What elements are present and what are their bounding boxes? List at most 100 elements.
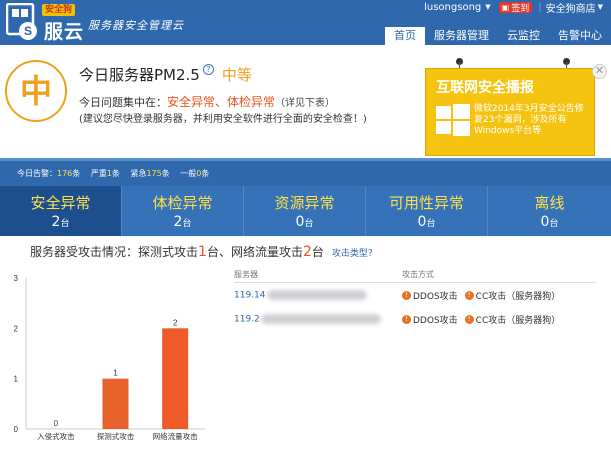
logo-text: 服云	[44, 21, 85, 43]
alert-unit: 条	[72, 169, 81, 178]
problem-prefix: 今日问题集中在：	[79, 96, 167, 109]
main-nav: 首页 服务器管理 云监控 告警中心	[385, 27, 611, 45]
logo-icon: S	[6, 3, 37, 40]
nav-tab-server-management[interactable]: 服务器管理	[425, 27, 498, 45]
tab-label: 资源异常	[274, 194, 335, 212]
y-tick-label: 3	[14, 274, 19, 283]
alert-count-bar: 今日告警：176条 严重1条 紧急175条 一般0条	[0, 158, 611, 186]
table-row: 119.14 ! DDOS攻击 ! CC攻击（服务器狗）	[234, 283, 596, 307]
y-tick-label: 2	[14, 324, 19, 333]
attack-type: CC攻击（服务器狗）	[475, 315, 561, 326]
tab-unit: 台	[182, 219, 192, 229]
signin-label: 签到	[511, 3, 530, 14]
tab-availability-anomaly[interactable]: 可用性异常 0台	[366, 186, 488, 236]
tab-label: 可用性异常	[388, 194, 464, 212]
warning-icon: !	[402, 290, 411, 300]
server-link[interactable]: 119.2	[234, 313, 402, 325]
warning-icon: !	[464, 290, 474, 300]
bar	[102, 378, 129, 429]
tab-label: 体检异常	[152, 194, 213, 212]
bar-value-label: 0	[54, 419, 59, 428]
windows-icon	[436, 104, 470, 136]
grade-text: 中等	[221, 66, 252, 84]
divider: |	[538, 1, 542, 13]
tab-label: 安全异常	[30, 194, 91, 212]
tab-unit: 台	[549, 219, 559, 229]
tab-checkup-anomaly[interactable]: 体检异常 2台	[122, 186, 244, 236]
security-broadcast-card[interactable]: 互联网安全播报 微软2014年3月安全公告修复23个漏洞，涉及所有Windows…	[425, 68, 595, 156]
attack-mid: 台、网络流量攻击	[206, 245, 303, 259]
alert-unit: 条	[201, 169, 210, 178]
slogan: 服务器安全管理云	[88, 19, 184, 32]
grade-badge: 中	[5, 60, 67, 122]
tab-label: 离线	[534, 194, 565, 212]
tab-unit: 台	[426, 219, 436, 229]
bar-value-label: 1	[113, 369, 118, 378]
tab-resource-anomaly[interactable]: 资源异常 0台	[244, 186, 366, 236]
calendar-icon: ▣	[501, 2, 510, 12]
y-tick-label: 0	[14, 425, 19, 434]
redacted-ip	[266, 289, 367, 300]
signin-button[interactable]: ▣ 签到	[498, 1, 533, 14]
server-ip: 119.2	[234, 314, 260, 325]
attack-bar-chart: 0 1 2 3 0 入侵式攻击 1 探测式攻击 2 网络流量攻击	[14, 274, 205, 441]
svg-text:S: S	[24, 24, 32, 38]
pm25-title: 今日服务器PM2.5	[79, 66, 200, 84]
broadcast-text: 微软2014年3月安全公告修复23个漏洞，涉及所有Windows平台等	[474, 104, 584, 136]
server-link[interactable]: 119.14	[234, 289, 402, 301]
alert-urgent-label: 紧急	[130, 169, 147, 178]
flood-attack-count: 2	[302, 244, 312, 260]
redacted-ip	[260, 313, 381, 324]
x-tick-label: 探测式攻击	[97, 431, 135, 441]
problem-summary: 今日问题集中在：安全异常、体检异常（详见下表）	[79, 93, 335, 110]
alert-unit: 条	[111, 169, 120, 178]
col-header-attack: 攻击方式	[402, 270, 434, 279]
attack-type-link[interactable]: 攻击类型？	[332, 246, 377, 259]
attack-type: DDOS攻击	[413, 315, 458, 326]
warning-icon: !	[464, 314, 474, 324]
problem-items: 安全异常、体检异常	[167, 95, 276, 109]
close-icon[interactable]: ✕	[592, 64, 607, 79]
probe-attack-count: 1	[198, 244, 207, 260]
tab-offline[interactable]: 离线 0台	[488, 186, 611, 236]
tab-security-anomaly[interactable]: 安全异常 2台	[0, 186, 122, 236]
alert-unit: 条	[161, 169, 170, 178]
table-header: 服务器 攻击方式	[234, 269, 596, 283]
alert-today-label: 今日告警：	[17, 169, 57, 178]
table-row: 119.2 ! DDOS攻击 ! CC攻击（服务器狗）	[234, 307, 596, 331]
top-header: S 安全狗 服云 服务器安全管理云 lusongsong ▼ ▣ 签到 | 安全…	[0, 0, 611, 45]
alert-normal-label: 一般	[180, 169, 197, 178]
attack-prefix: 服务器受攻击情况：探测式攻击	[30, 245, 199, 259]
col-header-server: 服务器	[234, 270, 258, 279]
nav-tab-alert-center[interactable]: 告警中心	[549, 27, 611, 45]
warning-icon: !	[402, 314, 411, 324]
tab-unit: 台	[60, 219, 70, 229]
x-tick-label: 网络流量攻击	[153, 431, 198, 441]
broadcast-title: 互联网安全播报	[436, 80, 534, 96]
chevron-down-icon[interactable]: ▼	[485, 3, 490, 11]
user-bar: lusongsong ▼ ▣ 签到 | 安全狗商店 ▼	[424, 0, 611, 15]
logo[interactable]: S 安全狗 服云	[6, 3, 86, 43]
attack-type: DDOS攻击	[413, 291, 458, 302]
shop-link[interactable]: 安全狗商店	[546, 0, 596, 15]
help-icon[interactable]: ?	[202, 64, 214, 75]
page-title: 今日服务器PM2.5 ? 中等	[79, 64, 252, 85]
server-ip: 119.14	[234, 290, 266, 301]
alert-urgent-count: 175	[146, 169, 162, 178]
bar	[162, 328, 189, 429]
alert-today-count: 176	[57, 169, 73, 178]
logo-badge: 安全狗	[42, 4, 76, 16]
alert-severe-label: 严重	[90, 169, 107, 178]
x-tick-label: 入侵式攻击	[37, 431, 75, 441]
nav-tab-home[interactable]: 首页	[385, 27, 425, 45]
tab-unit: 台	[304, 219, 314, 229]
category-tabs: 安全异常 2台 体检异常 2台 资源异常 0台 可用性异常 0台 离线 0台	[0, 186, 611, 236]
attack-suffix: 台	[311, 245, 324, 259]
username[interactable]: lusongsong	[424, 2, 481, 13]
attack-table: 服务器 攻击方式 119.14 ! DDOS攻击 ! CC攻击（服务器狗） 119.…	[234, 269, 596, 331]
attack-type: CC攻击（服务器狗）	[475, 291, 561, 302]
problem-suffix: （详见下表）	[275, 98, 336, 109]
nav-tab-cloud-monitor[interactable]: 云监控	[498, 27, 549, 45]
chevron-down-icon[interactable]: ▼	[598, 3, 603, 11]
attack-summary: 服务器受攻击情况：探测式攻击 1 台、网络流量攻击 2 台 攻击类型？	[30, 243, 377, 260]
